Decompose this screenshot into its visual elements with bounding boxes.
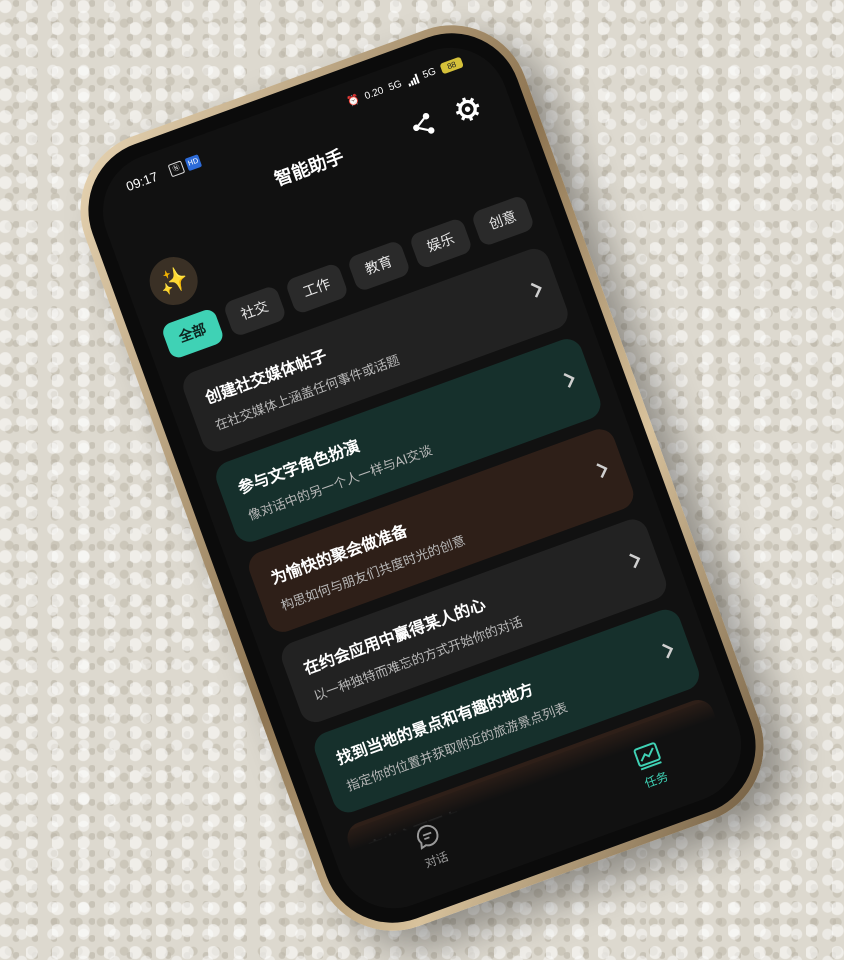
network-5g-b: 5G — [421, 66, 438, 82]
status-box-b: HD — [184, 154, 203, 172]
phone-frame: 09:17 Ⓝ HD ⏰ 0.20 5G 5G 88 智能助手 ✨ 全部 社交 … — [58, 3, 786, 953]
avatar[interactable]: ✨ — [142, 250, 205, 312]
tab-work[interactable]: 工作 — [284, 262, 350, 316]
tab-creative[interactable]: 创意 — [470, 194, 536, 248]
alarm-icon: ⏰ — [345, 93, 362, 109]
battery-icon: 88 — [439, 56, 464, 75]
status-time: 09:17 — [124, 168, 160, 195]
sparkles-icon: ✨ — [154, 262, 193, 300]
signal-icon — [405, 73, 420, 87]
chart-line-icon — [633, 742, 662, 771]
chevron-right-icon — [530, 282, 542, 298]
chevron-right-icon — [563, 373, 575, 388]
tab-all[interactable]: 全部 — [160, 307, 226, 361]
chevron-right-icon — [662, 643, 674, 659]
nav-item-tasks[interactable]: 任务 — [591, 725, 710, 807]
tab-entertainment[interactable]: 娱乐 — [408, 216, 474, 270]
tab-social[interactable]: 社交 — [222, 284, 288, 338]
chat-bubble-icon — [416, 824, 439, 850]
chevron-right-icon — [596, 463, 608, 479]
nav-label-chat: 对话 — [422, 849, 451, 871]
tab-education[interactable]: 教育 — [346, 239, 412, 293]
network-5g-a: 5G — [387, 78, 404, 94]
nav-label-tasks: 任务 — [642, 769, 671, 791]
app-screen: 09:17 Ⓝ HD ⏰ 0.20 5G 5G 88 智能助手 ✨ 全部 社交 … — [86, 31, 758, 925]
chevron-right-icon — [629, 553, 641, 569]
status-box-a: Ⓝ — [167, 160, 186, 178]
phone-bezel: 09:17 Ⓝ HD ⏰ 0.20 5G 5G 88 智能助手 ✨ 全部 社交 … — [68, 13, 776, 943]
net-speed: 0.20 — [363, 85, 386, 103]
nav-item-chat[interactable]: 对话 — [372, 805, 491, 887]
